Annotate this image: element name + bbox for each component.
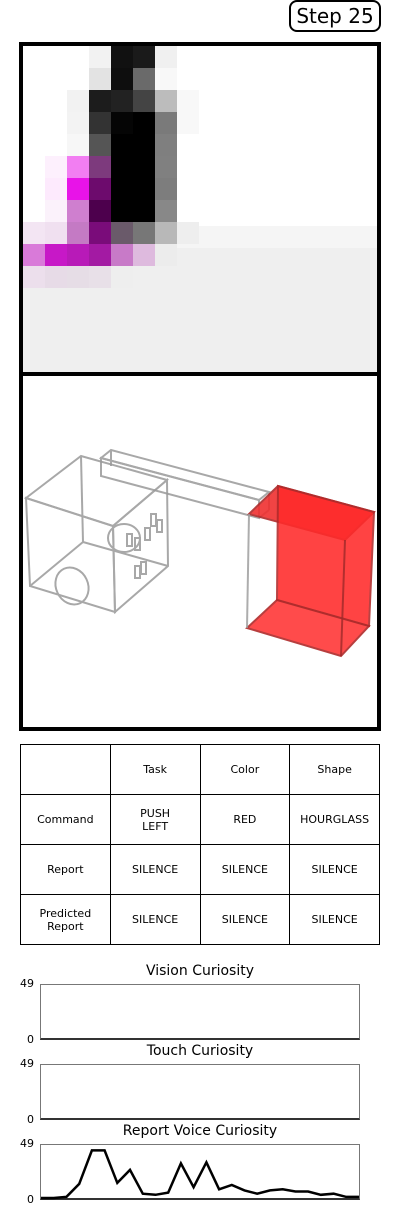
vision-curiosity-title: Vision Curiosity [145, 963, 255, 979]
header-cell-shape: Shape [289, 744, 380, 795]
cell-task: SILENCE [109, 894, 201, 945]
vision-image [23, 46, 377, 372]
row-label: Command [20, 794, 111, 845]
touch-curiosity-chart [40, 1064, 360, 1120]
report-voice-curiosity-title: Report Voice Curiosity [122, 1123, 278, 1139]
touch-curiosity-title: Touch Curiosity [146, 1043, 254, 1059]
report-voice-plot [41, 1149, 359, 1200]
header-cell-empty [20, 744, 111, 795]
vision-curiosity-chart [40, 984, 360, 1040]
header-cell-task: Task [109, 744, 201, 795]
step-label: Step 25 [289, 0, 381, 32]
report-voice-curiosity-chart [40, 1144, 360, 1200]
scene-view [19, 372, 381, 731]
report-voice-series-line [41, 1149, 359, 1200]
status-table: Task Color Shape Command PUSH LEFT RED H… [20, 744, 380, 945]
scene-render [23, 376, 377, 727]
row-label: Report [20, 844, 111, 895]
cell-shape: HOURGLASS [289, 794, 380, 845]
cell-task: PUSH LEFT [109, 794, 201, 845]
cell-color: RED [199, 794, 291, 845]
cell-color: SILENCE [199, 894, 291, 945]
row-label: Predicted Report [20, 894, 111, 945]
cell-color: SILENCE [199, 844, 291, 895]
vision-ymax-label: 49 [20, 977, 34, 990]
cell-shape: SILENCE [289, 844, 380, 895]
vision-view [19, 42, 381, 376]
vision-ymin-label: 0 [27, 1033, 34, 1046]
report-voice-ymin-label: 0 [27, 1193, 34, 1206]
cell-shape: SILENCE [289, 894, 380, 945]
table-row: Command PUSH LEFT RED HOURGLASS [20, 794, 380, 845]
header-cell-color: Color [199, 744, 291, 795]
report-voice-ymax-label: 49 [20, 1137, 34, 1150]
touch-ymin-label: 0 [27, 1113, 34, 1126]
cell-task: SILENCE [109, 844, 201, 895]
table-row: Report SILENCE SILENCE SILENCE [20, 844, 380, 895]
table-row: Predicted Report SILENCE SILENCE SILENCE [20, 894, 380, 945]
table-header-row: Task Color Shape [20, 744, 380, 795]
touch-ymax-label: 49 [20, 1057, 34, 1070]
